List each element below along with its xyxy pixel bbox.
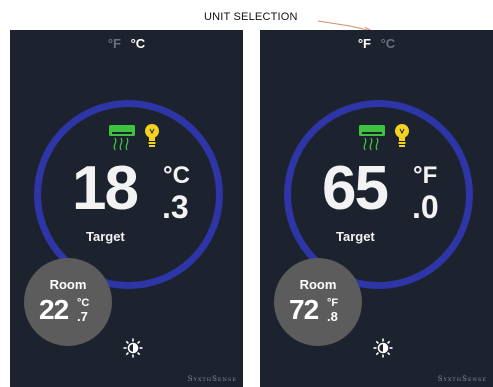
thermostat-panel-fahrenheit: °F °C 65 °F .0 Target Room 72 °F .8 Syxt… [260, 30, 493, 387]
air-conditioner-icon[interactable] [359, 125, 385, 151]
setpoint-whole: 18 [72, 154, 139, 223]
room-temp-whole: 72 [289, 294, 319, 325]
room-temperature-bubble: Room 72 °F .8 [274, 258, 362, 346]
light-bulb-icon[interactable] [145, 124, 159, 147]
room-temp-whole: 22 [39, 294, 69, 325]
sun-icon[interactable] [373, 338, 393, 358]
unit-selector: °F °C [260, 36, 493, 51]
target-setpoint: 65 °F .0 [322, 158, 462, 238]
brand-logo: SyxthSense [437, 375, 487, 383]
unit-celsius-button[interactable]: °C [131, 36, 146, 51]
room-temp-unit: °F [327, 297, 339, 309]
air-conditioner-icon[interactable] [109, 125, 135, 151]
room-temperature-bubble: Room 22 °C .7 [24, 258, 112, 346]
mode-icons [359, 124, 409, 151]
room-label: Room [49, 277, 87, 292]
setpoint-label: Target [336, 229, 375, 244]
setpoint-unit: °F [413, 162, 438, 189]
room-temp-unit: °C [77, 297, 90, 309]
setpoint-whole: 65 [322, 154, 389, 223]
light-bulb-icon[interactable] [395, 124, 409, 147]
room-label: Room [299, 277, 337, 292]
room-temp-decimal: .8 [327, 309, 338, 324]
unit-selector: °F °C [10, 36, 243, 51]
setpoint-unit: °C [163, 162, 190, 189]
unit-fahrenheit-button[interactable]: °F [358, 36, 371, 51]
sun-icon[interactable] [123, 338, 143, 358]
setpoint-label: Target [86, 229, 125, 244]
room-temp-decimal: .7 [77, 309, 88, 324]
mode-icons [109, 124, 159, 151]
thermostat-panel-celsius: °F °C 18 °C .3 Target Room 22 °C .7 Syxt… [10, 30, 243, 387]
setpoint-decimal: .0 [412, 189, 439, 225]
target-setpoint: 18 °C .3 [72, 158, 212, 238]
unit-celsius-button[interactable]: °C [381, 36, 396, 51]
setpoint-decimal: .3 [162, 189, 189, 225]
brand-logo: SyxthSense [187, 375, 237, 383]
unit-fahrenheit-button[interactable]: °F [108, 36, 121, 51]
